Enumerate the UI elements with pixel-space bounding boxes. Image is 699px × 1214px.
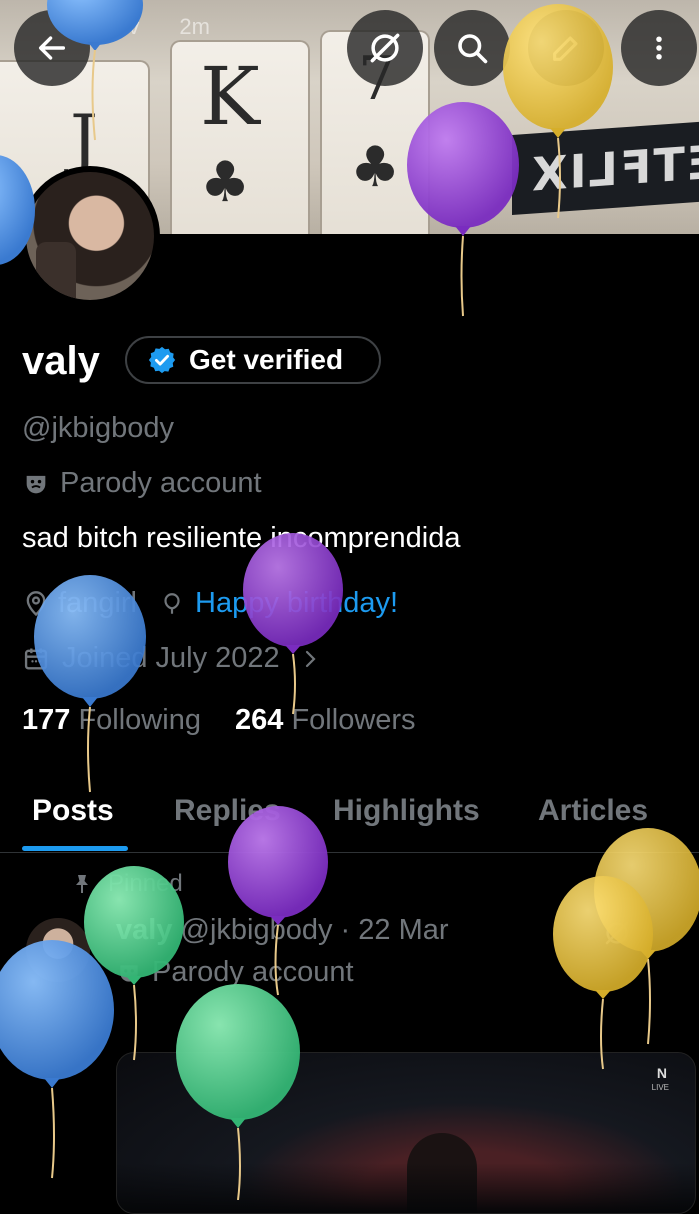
get-verified-button[interactable]: Get verified bbox=[125, 336, 381, 384]
post-media[interactable]: N LIVE bbox=[116, 1052, 696, 1214]
top-bar-user: thv 2m bbox=[110, 14, 210, 39]
followers-link[interactable]: 264 Followers bbox=[235, 704, 416, 736]
calendar-icon bbox=[24, 648, 48, 669]
avatar-photo bbox=[26, 172, 154, 300]
pencil-icon bbox=[553, 36, 578, 61]
parody-label: Parody account bbox=[22, 467, 262, 500]
tab-replies[interactable]: Replies bbox=[174, 794, 281, 828]
media-live-label: LIVE bbox=[651, 1083, 669, 1092]
profile-handle: @jkbigbody bbox=[22, 412, 174, 444]
search-button[interactable] bbox=[434, 10, 510, 86]
tab-articles[interactable]: Articles bbox=[538, 794, 648, 828]
tab-highlights[interactable]: Highlights bbox=[333, 794, 480, 828]
more-vertical-icon bbox=[656, 36, 662, 60]
tab-posts[interactable]: Posts bbox=[32, 794, 114, 828]
balloon-icon bbox=[164, 592, 180, 614]
verified-badge-icon bbox=[148, 346, 176, 374]
theater-mask-icon bbox=[120, 964, 138, 982]
location-text: fangirl bbox=[58, 587, 137, 619]
grok-icon bbox=[370, 33, 400, 63]
pin-icon bbox=[76, 875, 88, 893]
active-tab-indicator bbox=[22, 846, 128, 851]
following-link[interactable]: 177 Following bbox=[22, 704, 201, 736]
post-author-name[interactable]: valy bbox=[116, 914, 172, 946]
media-logo: N bbox=[656, 1065, 667, 1081]
pinned-indicator: Pinned bbox=[70, 870, 183, 898]
more-button[interactable] bbox=[621, 10, 697, 86]
profile-avatar[interactable] bbox=[20, 166, 160, 306]
netflix-sign: NETFLIX bbox=[512, 121, 699, 215]
back-button[interactable] bbox=[14, 10, 90, 86]
theater-mask-icon bbox=[26, 475, 46, 493]
post-author-avatar[interactable] bbox=[26, 918, 90, 982]
search-icon bbox=[458, 34, 488, 64]
edit-button[interactable] bbox=[528, 10, 604, 86]
post-parody-label: Parody account bbox=[116, 956, 354, 989]
playing-card-king: K ♣ bbox=[170, 40, 310, 234]
grok-icon bbox=[605, 921, 629, 945]
profile-name: valy bbox=[22, 339, 100, 383]
post-meta: @jkbigbody · 22 Mar bbox=[180, 914, 449, 946]
birthday-link[interactable]: Happy birthday! bbox=[195, 587, 398, 620]
follow-stats: 177 Following 264 Followers bbox=[22, 704, 416, 737]
get-verified-label: Get verified bbox=[189, 344, 344, 375]
balloon-yellow-right-front bbox=[553, 876, 653, 1070]
profile-meta-row: fangirl Happy birthday! bbox=[22, 587, 398, 620]
arrow-left-icon bbox=[38, 36, 66, 60]
post-header: valy @jkbigbody · 22 Mar bbox=[116, 914, 449, 947]
joined-row[interactable]: Joined July 2022 bbox=[22, 642, 322, 675]
location-pin-icon bbox=[26, 590, 46, 616]
balloon-purple-middle bbox=[243, 533, 343, 715]
profile-tabs: Posts Replies Highlights Articles bbox=[0, 788, 699, 853]
joined-text: Joined July 2022 bbox=[62, 642, 280, 674]
profile-bio: sad bitch resiliente incomprendida bbox=[22, 522, 461, 554]
grok-button[interactable] bbox=[347, 10, 423, 86]
chevron-right-icon bbox=[305, 650, 316, 667]
post-grok-button[interactable] bbox=[602, 918, 632, 953]
